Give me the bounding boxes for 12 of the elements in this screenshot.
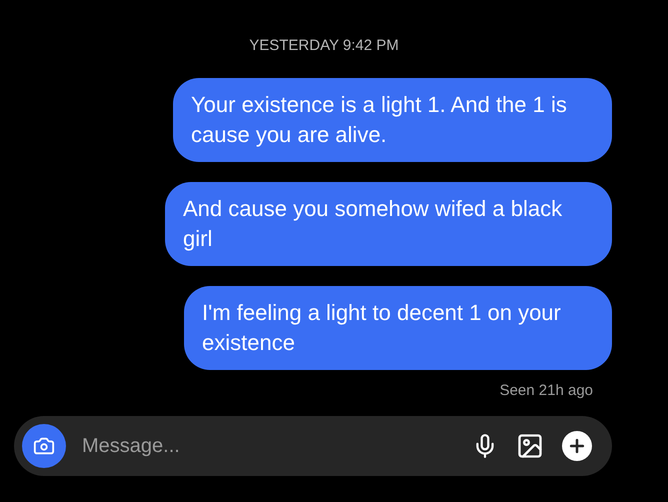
image-icon[interactable] <box>516 432 544 460</box>
seen-receipt: Seen 21h ago <box>500 380 593 400</box>
plus-icon <box>567 436 587 456</box>
message-input[interactable]: Message... <box>82 431 472 461</box>
camera-button[interactable] <box>22 424 66 468</box>
message-bubble: And cause you somehow wifed a black girl <box>165 182 612 266</box>
timestamp: YESTERDAY 9:42 PM <box>249 36 399 56</box>
add-button[interactable] <box>562 431 592 461</box>
message-bubble: Your existence is a light 1. And the 1 is cause you are alive. <box>173 78 612 162</box>
message-bubble: I'm feeling a light to decent 1 on your existence <box>184 286 612 370</box>
message-bar[interactable]: Message... <box>14 416 612 476</box>
camera-icon <box>33 435 55 457</box>
